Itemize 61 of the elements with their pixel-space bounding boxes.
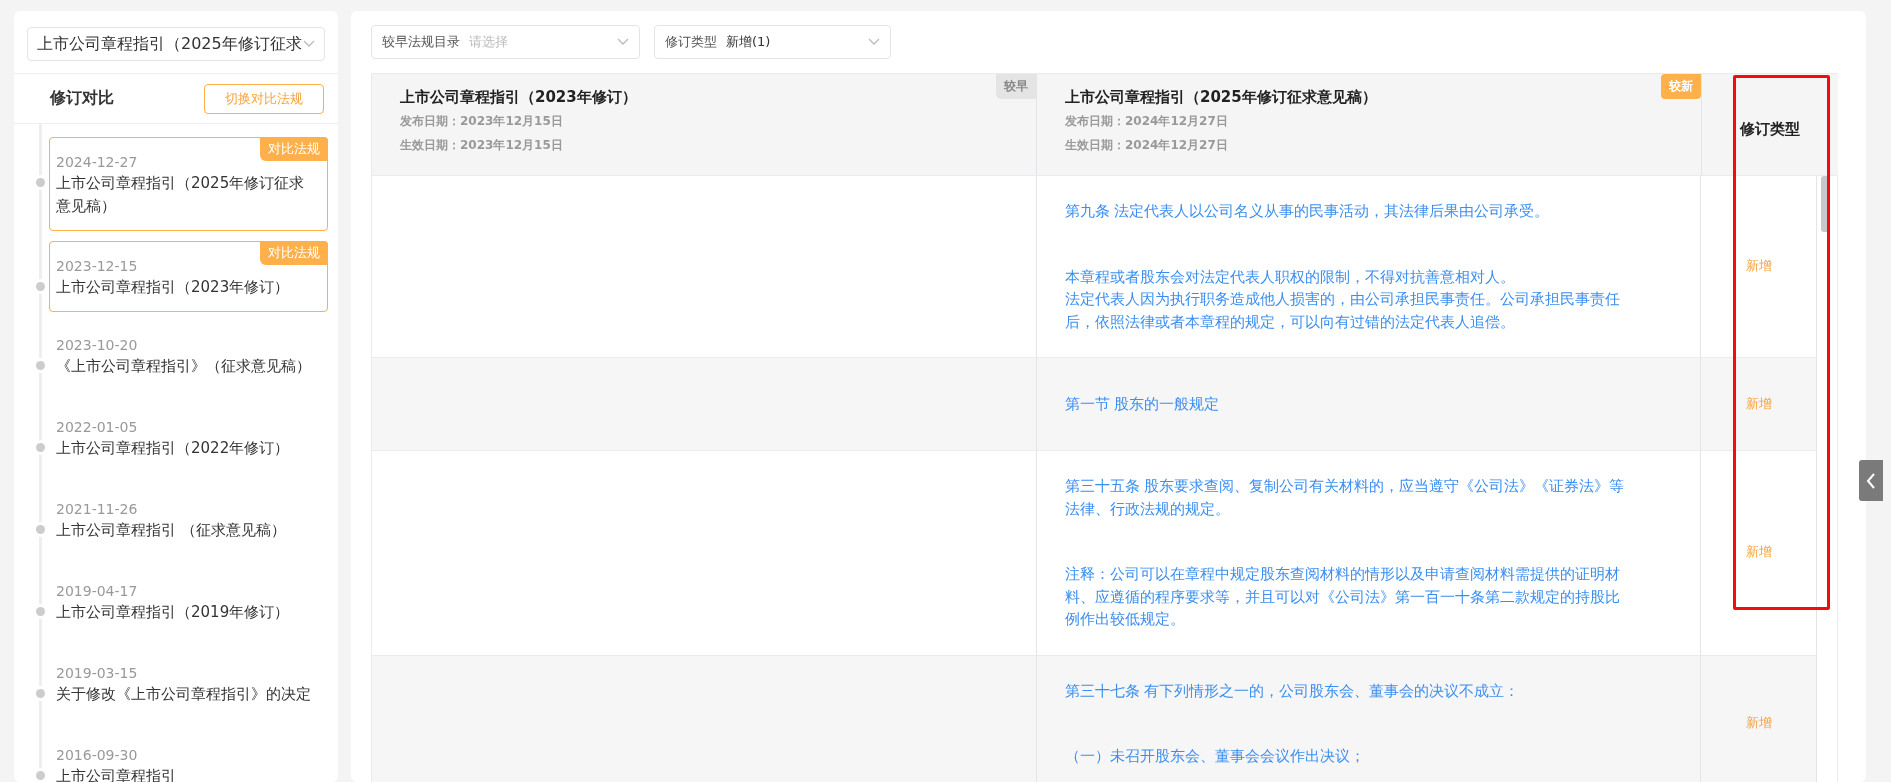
timeline-dot [36, 525, 45, 534]
section-title: 修订对比 [50, 88, 114, 109]
item-title: 《上市公司章程指引》（征求意见稿） [56, 356, 312, 377]
item-date: 2023-12-15 [56, 257, 139, 276]
clause-text: 第三十七条 有下列情形之一的，公司股东会、董事会的决议不成立： [1064, 680, 1521, 702]
chevron-down-icon [303, 40, 315, 48]
version-tag: 较早 [996, 74, 1036, 99]
revision-type: 新增 [1745, 715, 1772, 732]
revision-type: 新增 [1745, 544, 1772, 562]
effective-date: 生效日期：2024年12月27日 [1065, 137, 1229, 154]
item-title: 上市公司章程指引（2019年修订） [56, 602, 291, 623]
timeline-dot [36, 771, 45, 780]
collapse-button[interactable] [1859, 460, 1883, 501]
filter-select[interactable]: 修订类型 新增(1) [654, 25, 891, 59]
timeline-item[interactable]: 2019-03-15 关于修改《上市公司章程指引》的决定 [49, 648, 328, 722]
timeline-item[interactable]: 2023-10-20 《上市公司章程指引》（征求意见稿） [49, 320, 328, 394]
item-date: 2024-12-27 [56, 153, 139, 172]
clause-text: 本章程或者股东会对法定代表人职权的限制，不得对抗善意相对人。 [1064, 266, 1516, 288]
column-header: 修订类型 [1740, 120, 1800, 139]
item-date: 2019-04-17 [56, 582, 139, 601]
item-title: 上市公司章程指引（2022年修订） [56, 438, 291, 459]
compare-badge: 对比法规 [260, 137, 328, 161]
item-title: 关于修改《上市公司章程指引》的决定 [56, 684, 312, 705]
timeline-dot [36, 282, 45, 291]
timeline-item[interactable]: 2022-01-05 上市公司章程指引（2022年修订） [49, 402, 328, 476]
item-title: 上市公司章程指引（2025年修订征求意见稿） [56, 173, 306, 217]
filter-select[interactable]: 较早法规目录 请选择 [371, 25, 640, 59]
timeline-item[interactable]: 2021-11-26 上市公司章程指引 （征求意见稿） [49, 484, 328, 558]
item-title: 上市公司章程指引 （征求意见稿） [56, 520, 287, 541]
timeline-dot [36, 361, 45, 370]
item-date: 2016-09-30 [56, 746, 139, 765]
item-date: 2022-01-05 [56, 418, 139, 437]
revision-type: 新增 [1745, 258, 1772, 275]
version-select[interactable]: 上市公司章程指引（2025年修订征求 [27, 27, 325, 61]
timeline-dot [36, 178, 45, 187]
timeline-dot [36, 443, 45, 452]
effective-date: 生效日期：2023年12月15日 [400, 137, 564, 154]
column-title: 上市公司章程指引（2023年修订） [400, 87, 638, 108]
chevron-down-icon [868, 38, 880, 46]
revision-type: 新增 [1745, 395, 1772, 413]
chevron-down-icon [617, 38, 629, 46]
item-date: 2021-11-26 [56, 500, 139, 519]
publish-date: 发布日期：2024年12月27日 [1065, 113, 1229, 130]
version-tag: 较新 [1661, 74, 1701, 99]
column-title: 上市公司章程指引（2025年修订征求意见稿） [1065, 87, 1378, 108]
timeline-dot [36, 689, 45, 698]
item-title: 上市公司章程指引（2023年修订） [56, 277, 291, 298]
clause-text: 法定代表人因为执行职务造成他人损害的，由公司承担民事责任。公司承担民事责任后，依照法律或者本章程的规定，可以向有过错的法定代表人追偿。 [1064, 289, 1621, 333]
timeline-item[interactable]: 2019-04-17 上市公司章程指引（2019年修订） [49, 566, 328, 640]
publish-date: 发布日期：2023年12月15日 [400, 113, 564, 130]
item-date: 2023-10-20 [56, 336, 139, 355]
chevron-left-icon [1866, 471, 1876, 490]
clause-text: 第三十五条 股东要求查阅、复制公司有关材料的，应当遵守《公司法》《证券法》等法律、行政法规的规定。 [1064, 476, 1626, 520]
timeline-dot [36, 607, 45, 616]
compare-badge: 对比法规 [260, 241, 328, 265]
item-date: 2019-03-15 [56, 664, 139, 683]
clause-text: 第九条 法定代表人以公司名义从事的民事活动，其法律后果由公司承受。 [1064, 201, 1551, 222]
scrollbar-thumb[interactable] [1821, 176, 1829, 232]
clause-text: （一）未召开股东会、董事会会议作出决议； [1064, 746, 1366, 767]
clause-text: 第一节 股东的一般规定 [1064, 393, 1221, 415]
clause-text: 注释：公司可以在章程中规定股东查阅材料的情形以及申请查阅材料需提供的证明材料、应遵循的程序要求等，并且可以对《公司法》第一百一十条第二款规定的持股比例作出较低规定。 [1064, 564, 1621, 630]
